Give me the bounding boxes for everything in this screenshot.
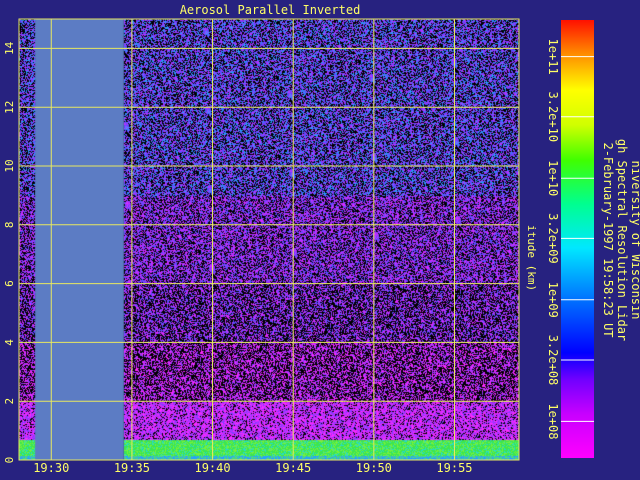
y-axis-label: itude (km): [525, 225, 538, 291]
x-tick-label: 19:55: [436, 461, 472, 475]
caption-line-1: niversity of Wisconsin: [629, 161, 640, 320]
y-tick-label: 6: [3, 280, 16, 287]
colorbar-tick-label: 3.2e+09: [546, 213, 560, 264]
y-tick-label: 8: [3, 221, 16, 228]
colorbar-tick-label: 1e+09: [546, 282, 560, 318]
y-tick-label: 10: [3, 159, 16, 172]
y-tick-label: 12: [3, 101, 16, 114]
colorbar-tick-label: 3.2e+10: [546, 91, 560, 142]
colorbar-gradient: [561, 20, 594, 458]
y-tick-label: 4: [3, 339, 16, 346]
x-tick-label: 19:50: [356, 461, 392, 475]
colorbar-tick-label: 1e+10: [546, 160, 560, 196]
colorbar-tick-label: 1e+08: [546, 403, 560, 439]
y-tick-label: 14: [3, 41, 16, 55]
colorbar-tick-label: 3.2e+08: [546, 335, 560, 386]
x-tick-label: 19:40: [194, 461, 230, 475]
chart-title: Aerosol Parallel Inverted: [180, 3, 361, 17]
x-tick-label: 19:45: [275, 461, 311, 475]
x-tick-label: 19:30: [33, 461, 69, 475]
heatmap-plot-area: [19, 19, 519, 460]
caption-line-3: 2-February-1997 19:58:23 UT: [601, 142, 615, 337]
y-tick-label: 0: [3, 457, 16, 464]
backscatter-image: [19, 19, 519, 460]
colorbar: [561, 20, 594, 458]
y-tick-label: 2: [3, 398, 16, 405]
x-tick-label: 19:35: [114, 461, 150, 475]
colorbar-tick-label: 1e+11: [546, 39, 560, 75]
caption-line-2: gh Spectral Resolution Lidar: [615, 139, 629, 341]
lidar-chart: 0 2 4 6 8 10 12 14 19:30 19:35 19:40 19:45 19:50 19:…: [0, 0, 640, 480]
